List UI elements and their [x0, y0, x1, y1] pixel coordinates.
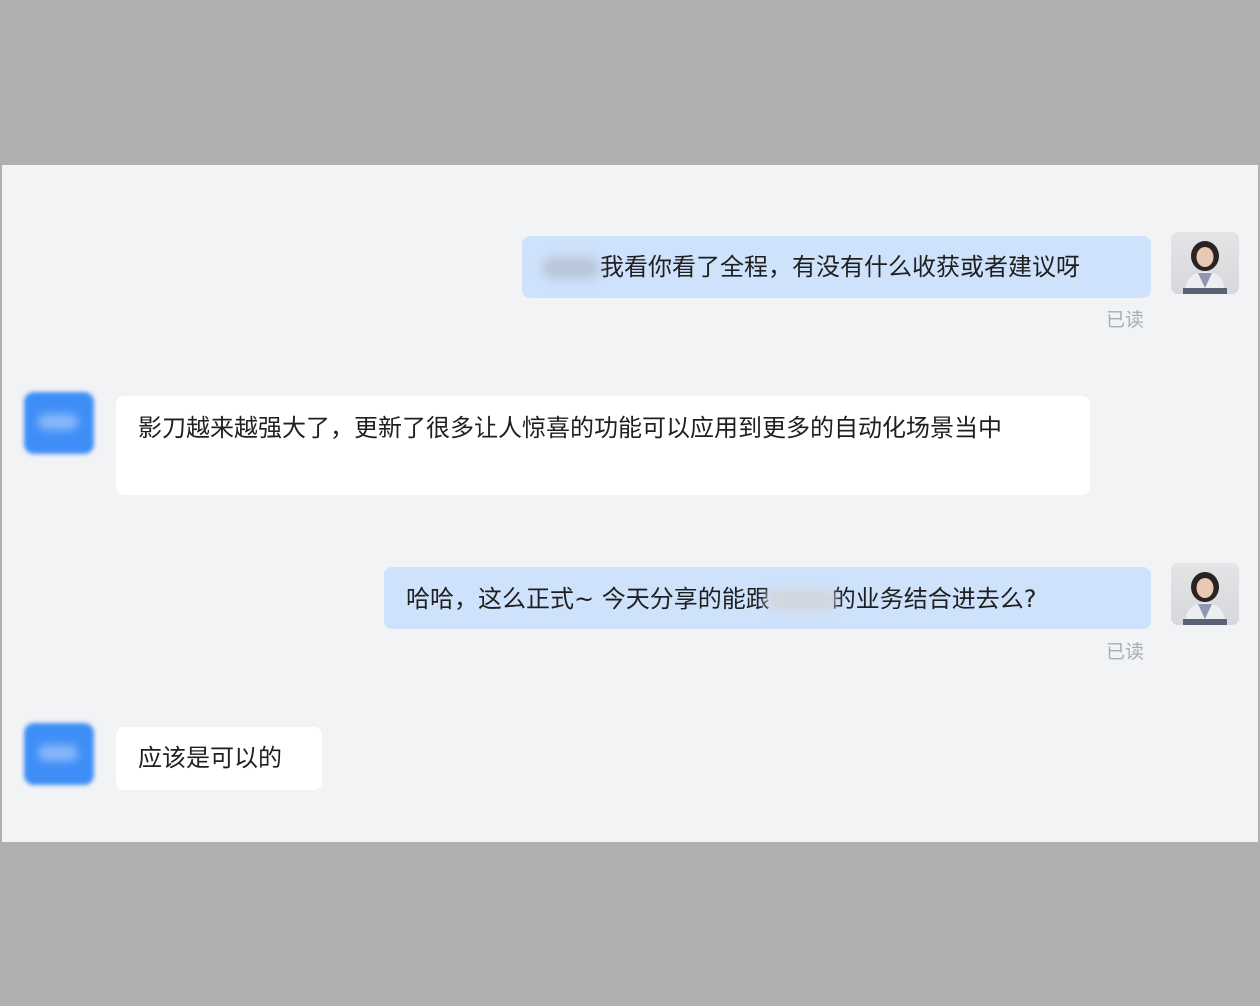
received-message-bubble[interactable]: 应该是可以的 [116, 727, 322, 790]
message-text: 应该是可以的 [138, 744, 282, 772]
received-message-bubble[interactable]: 影刀越来越强大了，更新了很多让人惊喜的功能可以应用到更多的自动化场景当中 [116, 396, 1090, 495]
top-gray-band [0, 0, 1260, 165]
read-status: 已读 [1106, 309, 1145, 331]
person-icon [1183, 572, 1227, 625]
sent-message-bubble[interactable]: 我看你看了全程，有没有什么收获或者建议呀 [522, 236, 1151, 298]
user-photo-avatar[interactable] [1171, 563, 1239, 625]
redacted-name [765, 589, 836, 611]
bottom-gray-band [0, 842, 1260, 1006]
sent-message-bubble[interactable]: 哈哈，这么正式~ 今天分享的能跟 的业务结合进去么? [384, 567, 1151, 629]
message-text: 我看你看了全程，有没有什么收获或者建议呀 [600, 253, 1080, 281]
chat-message-list[interactable]: 已读 我看你看了全程，有没有什么收获或者建议呀 已读 影刀越来越强大了，更新了很… [2, 165, 1258, 842]
read-status: 已读 [1106, 641, 1145, 663]
user-photo-avatar[interactable] [1171, 232, 1239, 294]
message-text-part: 的业务结合进去么? [831, 585, 1037, 613]
person-icon [1183, 241, 1227, 294]
contact-avatar[interactable] [24, 723, 94, 785]
message-text-part: 哈哈，这么正式~ 今天分享的能跟 [406, 585, 770, 613]
contact-avatar[interactable] [24, 392, 94, 454]
redacted-name [542, 257, 600, 279]
message-text: 影刀越来越强大了，更新了很多让人惊喜的功能可以应用到更多的自动化场景当中 [138, 414, 1002, 442]
